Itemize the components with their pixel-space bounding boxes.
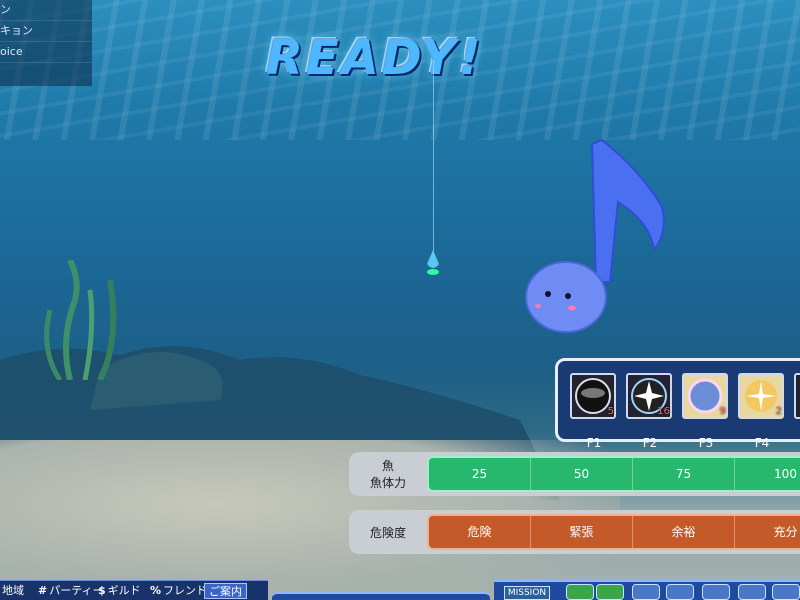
skill-icon[interactable] xyxy=(702,584,730,600)
skill-slot-f2[interactable]: 16 F2 xyxy=(626,373,674,450)
item-count: 5 xyxy=(607,406,614,417)
item-count: 9 xyxy=(719,406,726,417)
gauge-tick: 緊張 xyxy=(531,516,633,548)
gauge-tick: 25 xyxy=(429,458,531,490)
chat-channel-list: ン キョン oice xyxy=(0,0,92,86)
chat-tab-label: フレンド xyxy=(163,584,208,597)
gauge-tick: 100 xyxy=(735,458,800,490)
gauge-tick: 危険 xyxy=(429,516,531,548)
item-count: 2 xyxy=(775,406,782,417)
chat-tab-label: パーティー xyxy=(49,584,104,597)
underwater-fishing-scene: ン キョン oice READY! 5 F1 16 F2 9 F3 2 F4 魚… xyxy=(0,0,800,600)
gauge-tick: 余裕 xyxy=(633,516,735,548)
party-icon[interactable] xyxy=(772,584,800,600)
hotkey-label: F3 xyxy=(698,436,714,450)
music-note-fish xyxy=(525,138,665,333)
skill-slot-f1[interactable]: 5 F1 xyxy=(570,373,618,450)
chat-tab-guild[interactable]: $ ギルド xyxy=(98,583,141,599)
gauge-tick: 充分 xyxy=(735,516,800,548)
lure-icon xyxy=(427,250,439,275)
mission-button[interactable]: MISSION xyxy=(504,586,550,600)
ready-banner: READY! xyxy=(266,30,484,86)
fish-stamina-label: 魚体力 xyxy=(369,476,406,490)
gauge-tick: 75 xyxy=(633,458,735,490)
center-hud-bar xyxy=(272,592,490,600)
chat-tab-bar: 地域 # パーティー $ ギルド % フレンド ご案内 xyxy=(0,580,268,600)
chat-tab-symbol: $ xyxy=(98,584,106,597)
status-icon[interactable] xyxy=(632,584,660,600)
chat-tab-guide[interactable]: ご案内 xyxy=(204,583,247,599)
fish-label: 魚 xyxy=(381,459,394,473)
skill-slot-f4[interactable]: 2 F4 xyxy=(738,373,786,450)
danger-label: 危険度 xyxy=(369,525,406,540)
gauge-label: 魚 魚体力 xyxy=(349,452,427,496)
vehicle-icon[interactable] xyxy=(666,584,694,600)
chat-tab-party[interactable]: # パーティー xyxy=(38,583,104,599)
fish-stamina-bar: 25 50 75 100 xyxy=(427,456,800,492)
chat-tab-area[interactable]: 地域 xyxy=(2,583,24,599)
seaweed xyxy=(44,260,117,380)
fishing-line xyxy=(433,60,434,260)
danger-bar: 危険 緊張 余裕 充分 xyxy=(427,514,800,550)
fish-stamina-gauge: 魚 魚体力 25 50 75 100 xyxy=(349,452,800,496)
orb-icon[interactable] xyxy=(794,373,800,419)
chat-tab-friend[interactable]: % フレンド xyxy=(150,583,207,599)
item-count: 16 xyxy=(657,406,670,417)
character-icon[interactable] xyxy=(596,584,624,600)
chat-channel-item[interactable]: oice xyxy=(0,42,92,63)
add-friend-icon[interactable] xyxy=(738,584,766,600)
chat-tab-label: 地域 xyxy=(2,584,24,597)
skill-hotbar: 5 F1 16 F2 9 F3 2 F4 xyxy=(555,358,800,450)
skill-slot-f5[interactable] xyxy=(794,373,800,423)
chat-channel-item[interactable]: キョン xyxy=(0,21,92,42)
hotkey-label: F1 xyxy=(586,436,602,450)
gauge-tick: 50 xyxy=(531,458,633,490)
chat-tab-symbol: % xyxy=(150,584,162,597)
danger-gauge: 危険度 危険 緊張 余裕 充分 xyxy=(349,510,800,554)
chat-tab-label: ご案内 xyxy=(209,585,242,598)
chat-tab-label: ギルド xyxy=(107,584,141,597)
chat-icon[interactable] xyxy=(566,584,594,600)
hotkey-label: F4 xyxy=(754,436,770,450)
hotkey-label: F2 xyxy=(642,436,658,450)
skill-slot-f3[interactable]: 9 F3 xyxy=(682,373,730,450)
chat-tab-symbol: # xyxy=(38,584,48,597)
chat-channel-item[interactable]: ン xyxy=(0,0,92,21)
